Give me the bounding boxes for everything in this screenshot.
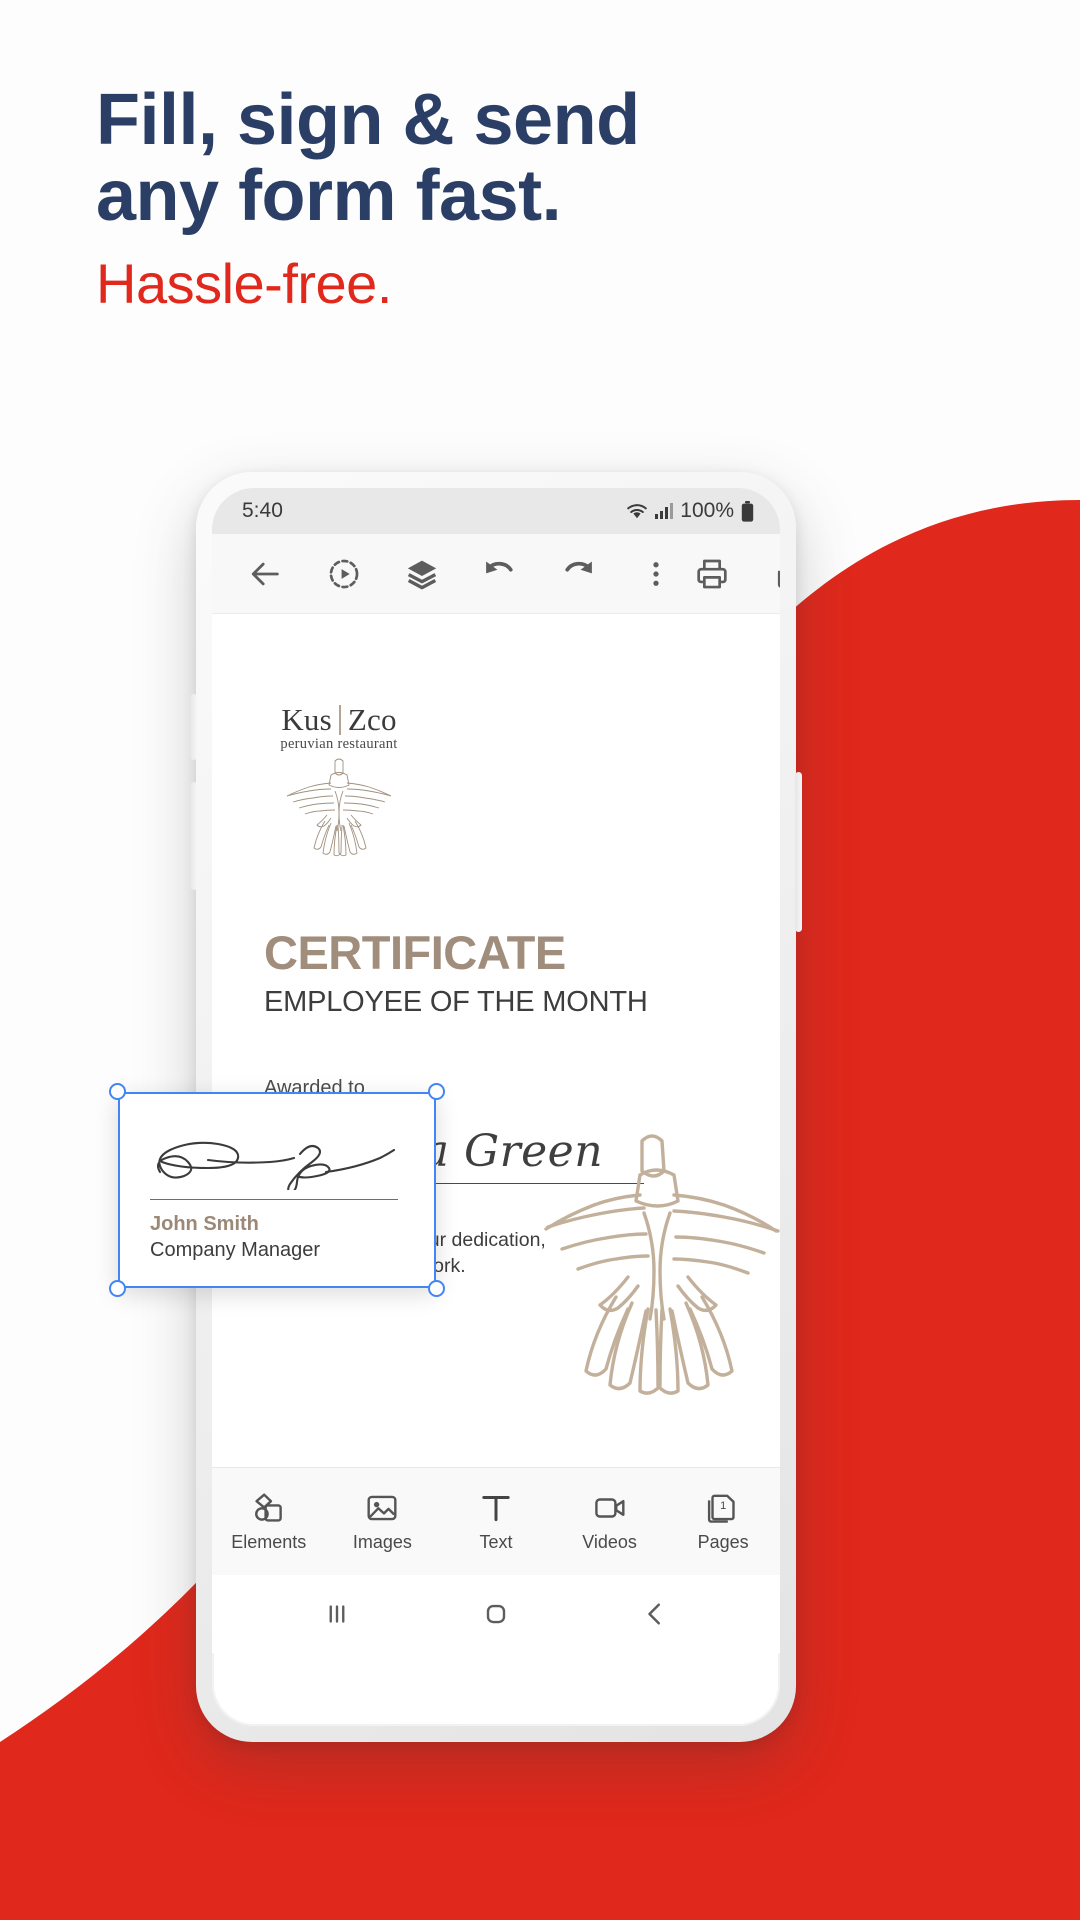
resize-handle-bottom-right[interactable] <box>428 1280 445 1297</box>
certificate-subtitle: EMPLOYEE OF THE MONTH <box>264 986 648 1018</box>
nav-item-text[interactable]: Text <box>439 1491 553 1553</box>
nav-label-images: Images <box>352 1531 412 1552</box>
document-canvas[interactable]: Kus Zco peruvian restaurant CERTIFICATE … <box>212 614 780 1467</box>
pages-count-badge: 1 <box>720 1499 727 1512</box>
logo-wordmark: Kus Zco <box>264 702 414 738</box>
logo-word-left: Kus <box>281 702 332 737</box>
subheadline: Hassle-free. <box>96 251 392 315</box>
present-button[interactable] <box>316 546 372 602</box>
restaurant-logo: Kus Zco peruvian restaurant <box>264 702 414 859</box>
status-time: 5:40 <box>242 499 283 522</box>
status-bar: 5:40 100% <box>212 488 780 534</box>
video-camera-icon <box>593 1491 627 1525</box>
redo-button[interactable] <box>550 546 606 602</box>
nav-label-videos: Videos <box>582 1531 637 1552</box>
headline-line-1: Fill, sign & send <box>96 80 640 160</box>
image-icon <box>365 1491 399 1525</box>
recents-icon[interactable] <box>322 1599 352 1629</box>
volume-up-button[interactable] <box>190 694 197 760</box>
share-button[interactable] <box>762 546 780 602</box>
headline-line-2: any form fast. <box>96 156 562 237</box>
text-t-icon <box>479 1491 513 1525</box>
nav-item-pages[interactable]: 1 Pages <box>666 1491 780 1553</box>
bottom-tool-nav: Elements Images Text Videos 1 Pages <box>212 1467 780 1575</box>
wifi-icon <box>626 503 648 520</box>
app-toolbar <box>212 534 780 614</box>
android-system-nav <box>212 1575 780 1653</box>
logo-divider <box>338 705 341 735</box>
nav-label-pages: Pages <box>697 1531 749 1552</box>
layers-button[interactable] <box>394 546 450 602</box>
resize-handle-top-right[interactable] <box>428 1083 445 1100</box>
back-button[interactable] <box>238 546 294 602</box>
certificate-document: Kus Zco peruvian restaurant CERTIFICATE … <box>212 614 780 1467</box>
signer-name: John Smith <box>150 1213 259 1236</box>
resize-handle-top-left[interactable] <box>109 1083 126 1100</box>
elements-shapes-icon <box>252 1491 286 1525</box>
cellular-signal-icon <box>655 503 674 519</box>
home-icon[interactable] <box>481 1599 511 1629</box>
signer-role: Company Manager <box>150 1239 321 1262</box>
promo-screenshot: Fill, sign & send any form fast. Hassle-… <box>0 0 1080 1920</box>
nav-label-elements: Elements <box>231 1531 307 1552</box>
print-button[interactable] <box>684 546 740 602</box>
certificate-title: CERTIFICATE <box>264 926 566 979</box>
power-button[interactable] <box>795 772 802 932</box>
back-chevron-icon[interactable] <box>640 1599 670 1629</box>
pages-icon: 1 <box>706 1491 740 1525</box>
more-options-button[interactable] <box>628 546 684 602</box>
undo-button[interactable] <box>472 546 528 602</box>
nav-item-videos[interactable]: Videos <box>553 1491 667 1553</box>
handwritten-signature-icon <box>156 1141 396 1194</box>
battery-icon <box>741 500 754 522</box>
resize-handle-bottom-left[interactable] <box>109 1280 126 1297</box>
nav-item-elements[interactable]: Elements <box>212 1491 326 1553</box>
promo-copy: Fill, sign & send any form fast. Hassle-… <box>96 82 976 316</box>
signature-selection[interactable]: John Smith Company Manager <box>109 1083 445 1297</box>
battery-percent-label: 100% <box>680 499 734 522</box>
signature-rule <box>150 1199 398 1201</box>
condor-bird-icon <box>286 758 392 857</box>
nav-item-images[interactable]: Images <box>326 1491 440 1553</box>
volume-down-button[interactable] <box>190 782 197 890</box>
logo-word-right: Zco <box>347 702 397 737</box>
logo-tagline: peruvian restaurant <box>280 736 398 752</box>
signature-card[interactable]: John Smith Company Manager <box>118 1092 436 1288</box>
nav-label-text: Text <box>479 1531 513 1552</box>
status-indicators: 100% <box>626 499 754 523</box>
